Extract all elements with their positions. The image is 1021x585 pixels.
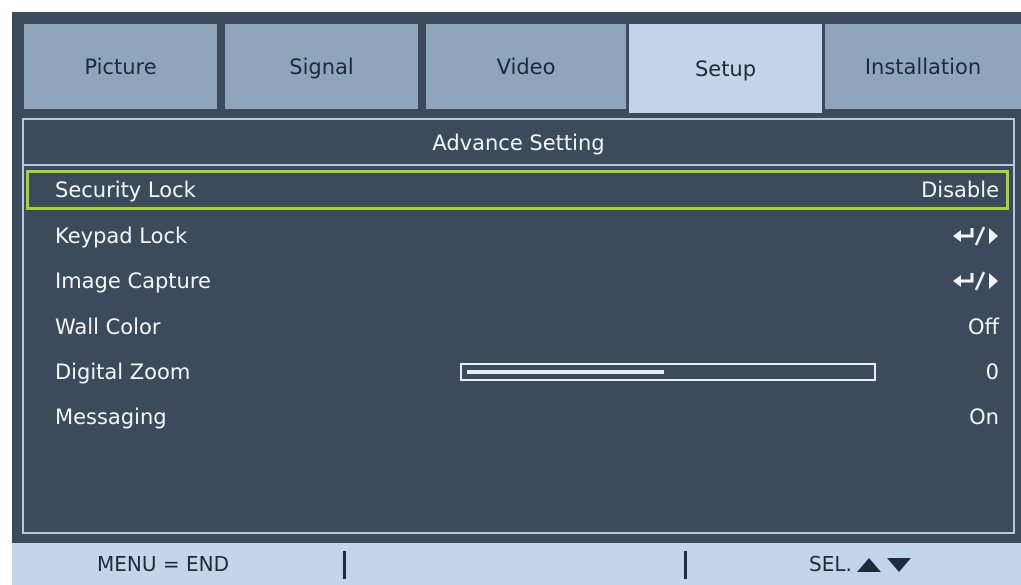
row-value: Off: [968, 315, 999, 339]
osd-screen: Picture Signal Video Setup Installation …: [12, 12, 1021, 585]
up-down-arrows-icon: [857, 558, 911, 572]
digital-zoom-slider[interactable]: [460, 363, 876, 381]
slider-fill: [467, 370, 664, 374]
tab-video[interactable]: Video: [426, 24, 626, 109]
enter-right-icon: [953, 261, 999, 292]
tab-signal[interactable]: Signal: [225, 24, 418, 109]
row-label: Messaging: [55, 405, 167, 429]
row-value: On: [969, 405, 999, 429]
tab-setup[interactable]: Setup: [629, 24, 822, 113]
tab-picture[interactable]: Picture: [24, 24, 217, 109]
menu-row-wall-color[interactable]: Wall Color Off: [26, 307, 1009, 347]
tab-label: Setup: [694, 56, 757, 81]
tab-label: Signal: [289, 54, 354, 79]
title-divider: [24, 164, 1013, 166]
tab-label: Video: [496, 54, 556, 79]
row-value: Disable: [921, 178, 999, 202]
footer-divider: [343, 551, 346, 579]
row-value: 0: [985, 360, 999, 384]
row-label: Keypad Lock: [55, 224, 188, 248]
menu-row-keypad-lock[interactable]: Keypad Lock: [26, 216, 1009, 256]
tab-installation[interactable]: Installation: [825, 24, 1021, 109]
footer-divider: [684, 551, 687, 579]
footer-bar: MENU = END SEL.: [12, 543, 1021, 585]
row-label: Digital Zoom: [55, 360, 191, 384]
tab-label: Picture: [84, 54, 157, 79]
menu-row-security-lock[interactable]: Security Lock Disable: [26, 170, 1009, 210]
menu-end-hint: MENU = END: [97, 552, 229, 576]
row-label: Wall Color: [55, 315, 161, 339]
row-label: Image Capture: [55, 269, 211, 293]
enter-right-icon: [953, 216, 999, 247]
settings-panel: Advance Setting Security Lock Disable Ke…: [22, 118, 1015, 534]
menu-row-digital-zoom[interactable]: Digital Zoom 0: [26, 352, 1009, 392]
tab-label: Installation: [864, 54, 982, 79]
row-label: Security Lock: [55, 178, 196, 202]
select-hint: SEL.: [809, 552, 852, 576]
menu-row-image-capture[interactable]: Image Capture: [26, 261, 1009, 301]
menu-row-messaging[interactable]: Messaging On: [26, 397, 1009, 437]
panel-title: Advance Setting: [432, 131, 605, 155]
